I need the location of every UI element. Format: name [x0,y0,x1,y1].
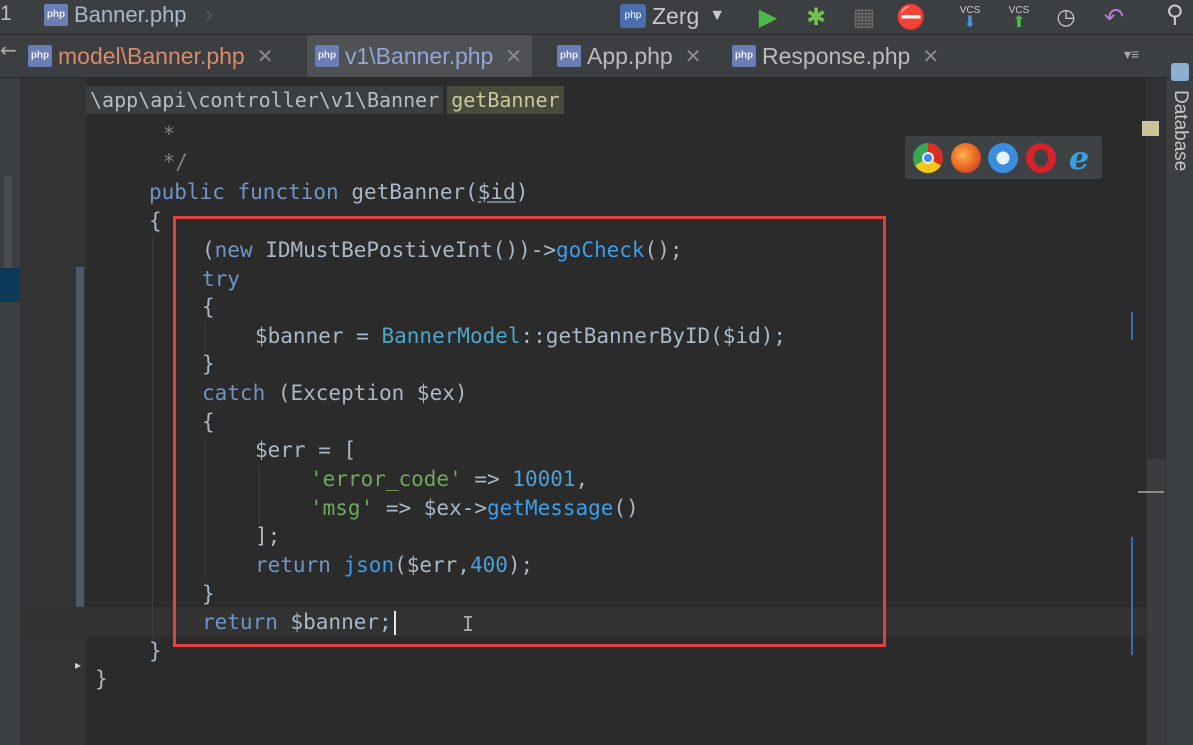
arrow-left-icon[interactable]: ← [0,38,17,62]
scroll-marker [1131,537,1133,655]
indent-guide [152,236,153,644]
php-config-icon: php [620,4,646,28]
code-line: public function getBanner($id) [149,180,529,204]
ie-icon[interactable]: e [1064,142,1094,174]
vcs-update-button[interactable]: VCS ⬇ [954,0,986,34]
chevron-down-icon: ▼ [709,7,726,24]
left-selection-marker [0,268,20,302]
debug-icon[interactable]: ✱ [800,0,832,34]
arrow-up-icon: ⬆ [1012,13,1026,31]
database-icon [1171,63,1189,81]
close-icon[interactable]: ✕ [505,44,522,69]
close-icon[interactable]: ✕ [685,44,702,69]
coverage-icon[interactable]: ▦ [848,0,880,34]
revert-icon[interactable]: ↶ [1098,0,1130,34]
breadcrumb-method[interactable]: getBanner [447,86,564,114]
tab-label: v1\Banner.php [345,42,494,69]
code-line: } [95,667,108,691]
run-icon[interactable]: ▶ [752,0,784,34]
bookmark-marker [1142,121,1159,136]
firefox-icon[interactable] [950,142,981,173]
code-breadcrumb: \app\api\controller\v1\Banner getBanner [86,86,568,114]
fold-arrow-icon[interactable]: ▸ [75,658,81,672]
ibeam-cursor-icon: I [462,612,475,636]
php-file-icon: php [315,45,339,67]
file-breadcrumb[interactable]: php Banner.php [44,2,187,28]
history-icon[interactable]: ◷ [1050,0,1082,34]
code-line: */ [150,150,188,174]
tab-app[interactable]: php App.php ✕ [557,35,701,77]
tab-label: model\Banner.php [58,42,245,69]
highlight-annotation-box [173,216,886,647]
tab-model-banner[interactable]: php model\Banner.php ✕ [28,35,273,77]
code-line: * [150,122,176,146]
breadcrumb-path[interactable]: \app\api\controller\v1\Banner [86,86,444,114]
stop-debug-icon[interactable]: ⛔ [895,0,927,34]
toolbar-number: 1 [0,2,12,25]
tab-list-icon[interactable]: ▾≡ [1124,46,1139,63]
main-toolbar: 1 php Banner.php › php Zerg ▼ ▶ ✱ ▦ ⛔ VC… [0,0,1193,35]
database-label: Database [1170,90,1191,172]
php-file-icon: php [557,45,581,67]
close-icon[interactable]: ✕ [257,44,274,69]
scroll-position-line [1138,491,1164,493]
chrome-icon[interactable] [912,142,943,173]
php-file-icon: php [732,45,756,67]
run-config-label: Zerg [652,2,700,29]
safari-icon[interactable] [988,142,1019,173]
file-breadcrumb-label: Banner.php [74,2,187,27]
tab-label: Response.php [762,42,911,69]
left-tool-strip [0,78,20,745]
scrollbar-thumb[interactable] [1147,459,1165,745]
tab-label: App.php [587,42,673,69]
tab-v1-banner[interactable]: php v1\Banner.php ✕ [307,35,533,77]
search-icon[interactable]: ⚲ [1166,0,1184,28]
scroll-marker [1131,312,1133,340]
php-file-icon: php [28,45,52,67]
editor-tab-bar: php model\Banner.php ✕ php v1\Banner.php… [0,35,1193,78]
tab-response[interactable]: php Response.php ✕ [732,35,939,77]
vcs-change-marker [76,267,84,635]
php-file-icon: php [44,4,68,26]
browser-preview-popup: e [905,136,1102,179]
vcs-commit-button[interactable]: VCS ⬆ [1003,0,1035,34]
arrow-down-icon: ⬇ [963,13,977,31]
code-line: } [149,639,162,663]
close-icon[interactable]: ✕ [922,44,939,69]
breadcrumb-chevron-icon: › [204,0,215,30]
opera-icon[interactable] [1026,142,1057,173]
code-line: { [149,209,162,233]
run-config-selector[interactable]: php Zerg ▼ [620,2,725,30]
